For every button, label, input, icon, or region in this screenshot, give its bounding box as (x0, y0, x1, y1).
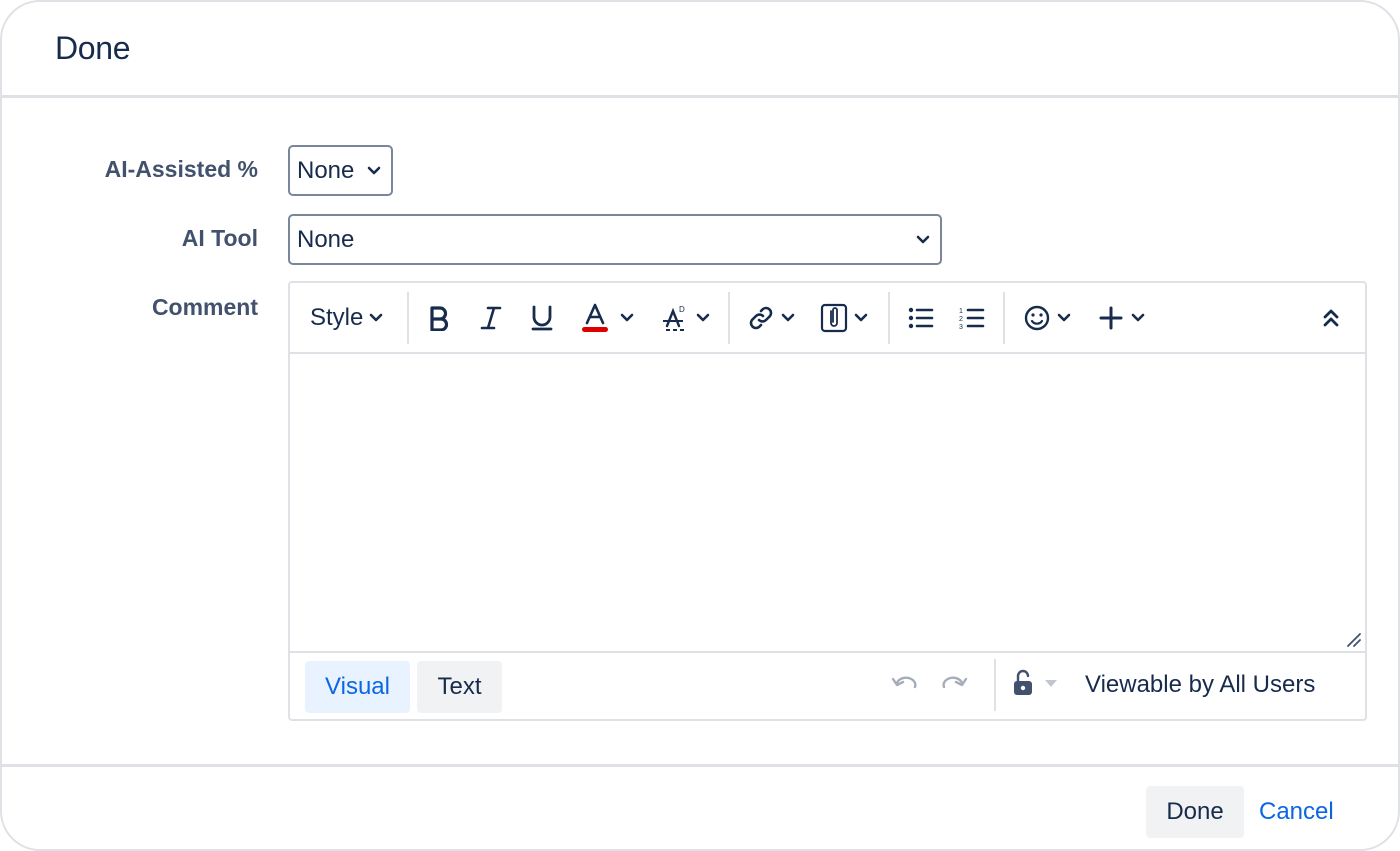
underline-button[interactable] (530, 283, 554, 353)
underline-icon (531, 305, 553, 331)
unlock-icon (1014, 669, 1032, 695)
chevron-down-icon (1057, 313, 1071, 322)
style-dropdown[interactable]: Style (310, 283, 383, 353)
chevron-down-icon (781, 313, 795, 322)
numbered-list-icon: 1 2 3 (959, 308, 985, 330)
dialog-footer: Done Cancel (2, 764, 1398, 849)
ai-tool-select[interactable]: None (288, 214, 942, 265)
bullet-list-button[interactable] (908, 283, 934, 353)
svg-text:3: 3 (959, 324, 963, 330)
dialog-header: Done (2, 2, 1398, 98)
cancel-link[interactable]: Cancel (1259, 786, 1334, 838)
svg-text:D: D (679, 305, 685, 314)
caret-down-icon (1045, 680, 1057, 687)
emoji-icon (1024, 305, 1050, 331)
chevron-down-icon (696, 313, 710, 322)
comment-label: Comment (151, 294, 258, 320)
chevron-down-icon (367, 166, 381, 176)
chevron-down-icon (1131, 313, 1145, 322)
svg-text:1: 1 (959, 308, 963, 315)
editor-toolbar: Style D 1 2 3 (290, 283, 1365, 354)
insert-more-button[interactable] (1099, 283, 1145, 353)
ai-tool-label: AI Tool (181, 225, 258, 251)
comment-editor: Style D 1 2 3 Visual Text Viewable by Al… (288, 281, 1367, 721)
attachment-button[interactable] (820, 283, 868, 353)
italic-button[interactable] (479, 283, 503, 353)
ai-assisted-label: AI-Assisted % (104, 156, 258, 182)
collapse-toolbar-button[interactable] (1322, 283, 1340, 353)
emoji-button[interactable] (1023, 283, 1071, 353)
visibility-label: Viewable by All Users (1085, 671, 1316, 698)
plus-icon (1099, 306, 1123, 330)
visibility-dropdown[interactable] (1012, 669, 1058, 697)
link-icon (749, 306, 773, 330)
style-label: Style (310, 304, 364, 331)
chevron-down-icon (916, 235, 930, 245)
done-button[interactable]: Done (1146, 786, 1244, 838)
visual-tab[interactable]: Visual (305, 661, 410, 713)
undo-icon (891, 676, 917, 689)
bullet-list-icon (908, 307, 934, 329)
ai-assisted-value: None (297, 156, 355, 184)
toolbar-divider (888, 292, 890, 344)
text-tab[interactable]: Text (417, 661, 502, 713)
numbered-list-button[interactable]: 1 2 3 (959, 283, 985, 353)
redo-icon (942, 676, 968, 689)
text-format-icon: D (663, 305, 685, 331)
dialog-title: Done (55, 30, 131, 66)
chevron-down-icon (854, 313, 868, 322)
resize-handle-icon[interactable] (1345, 631, 1361, 647)
undo-button[interactable] (891, 673, 919, 702)
text-format-button[interactable]: D (662, 283, 710, 353)
italic-icon (480, 306, 502, 330)
chevron-double-up-icon (1323, 309, 1339, 327)
toolbar-divider (407, 292, 409, 344)
redo-button[interactable] (940, 673, 968, 702)
attachment-icon (820, 303, 848, 333)
toolbar-divider (728, 292, 730, 344)
link-button[interactable] (747, 283, 795, 353)
footer-divider (994, 659, 996, 711)
ai-assisted-select[interactable]: None (288, 145, 393, 196)
chevron-down-icon (620, 313, 634, 322)
done-dialog: Done AI-Assisted % None AI Tool None Com… (0, 0, 1400, 851)
text-color-icon (582, 303, 608, 332)
text-color-button[interactable] (580, 283, 634, 353)
chevron-down-icon (370, 313, 383, 322)
editor-footer: Visual Text Viewable by All Users (290, 651, 1365, 721)
ai-tool-value: None (297, 225, 355, 253)
bold-button[interactable] (426, 283, 452, 353)
toolbar-divider (1003, 292, 1005, 344)
bold-icon (430, 306, 449, 331)
comment-text-area[interactable] (290, 354, 1365, 651)
svg-text:2: 2 (959, 316, 963, 323)
